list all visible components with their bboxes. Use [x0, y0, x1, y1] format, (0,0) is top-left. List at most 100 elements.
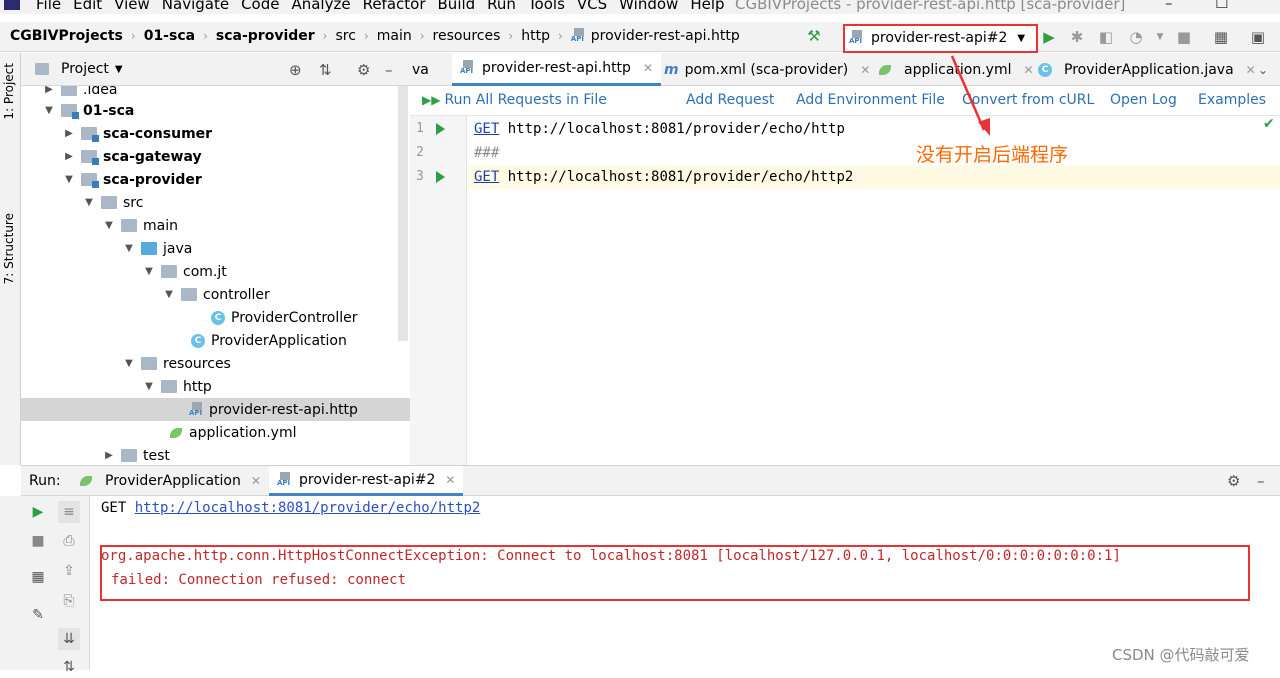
- menu-vcs[interactable]: VCS: [577, 0, 607, 13]
- tree-item-sca-consumer[interactable]: ▶ sca-consumer: [21, 122, 410, 145]
- run-tab-provider-application[interactable]: ProviderApplication ✕: [79, 466, 261, 496]
- tree-item-sca-provider[interactable]: ▼ sca-provider: [21, 168, 410, 191]
- sort-icon[interactable]: ⇅: [58, 656, 80, 678]
- code-line-2[interactable]: ###: [468, 141, 1280, 165]
- close-icon[interactable]: ✕: [1246, 63, 1256, 77]
- run-tab-provider-rest-api-2[interactable]: API provider-rest-api#2 ✕: [269, 466, 464, 496]
- tree-item-resources[interactable]: ▼ resources: [21, 352, 410, 375]
- close-icon[interactable]: ✕: [445, 473, 455, 487]
- menu-build[interactable]: Build: [438, 0, 476, 13]
- hide-icon[interactable]: –: [385, 61, 393, 79]
- close-icon[interactable]: ✕: [860, 63, 870, 77]
- tree-item-application-yml[interactable]: application.yml: [21, 421, 410, 444]
- run-request-icon[interactable]: [436, 171, 445, 183]
- run-request-icon[interactable]: [436, 123, 445, 135]
- camera-icon[interactable]: ⎙: [58, 530, 80, 552]
- gear-icon[interactable]: ⚙: [1227, 466, 1240, 496]
- breadcrumb-resources[interactable]: resources: [433, 28, 501, 44]
- menu-navigate[interactable]: Navigate: [162, 0, 229, 13]
- menu-code[interactable]: Code: [241, 0, 279, 13]
- run-icon[interactable]: ▶: [1040, 28, 1058, 46]
- breadcrumb-submodule[interactable]: sca-provider: [216, 28, 315, 44]
- stop-icon[interactable]: ■: [27, 530, 49, 552]
- rerun-icon[interactable]: ▶: [27, 501, 49, 523]
- stop-icon[interactable]: ■: [1175, 28, 1193, 46]
- chevron-right-icon[interactable]: ▶: [43, 86, 55, 95]
- tree-item-01-sca[interactable]: ▼ 01-sca: [21, 99, 410, 122]
- hide-icon[interactable]: –: [1257, 466, 1265, 496]
- breadcrumb-src[interactable]: src: [335, 28, 355, 44]
- console-url-link[interactable]: http://localhost:8081/provider/echo/http…: [135, 500, 481, 516]
- close-icon[interactable]: ✕: [643, 61, 653, 75]
- code-editor[interactable]: GET http://localhost:8081/provider/echo/…: [468, 116, 1280, 465]
- profile-icon[interactable]: ◔: [1127, 28, 1145, 46]
- chevron-down-icon[interactable]: ▼: [123, 243, 135, 254]
- chevron-down-icon[interactable]: ▼: [143, 381, 155, 392]
- collapse-all-icon[interactable]: ⇅: [319, 61, 332, 79]
- chevron-down-icon[interactable]: ▼: [163, 289, 175, 300]
- menu-file[interactable]: File: [36, 0, 61, 13]
- pin-icon[interactable]: ✎: [27, 604, 49, 626]
- chevron-down-icon[interactable]: ▼: [1151, 28, 1169, 46]
- tree-item-test[interactable]: ▶ test: [21, 444, 410, 465]
- project-panel-title[interactable]: Project: [61, 61, 109, 77]
- tab-provider-application-java[interactable]: C ProviderApplication.java ✕: [1038, 53, 1256, 86]
- minimize-button[interactable]: –: [1165, 0, 1173, 12]
- chevron-right-icon[interactable]: ▶: [103, 450, 115, 461]
- tree-item-provider-rest-api[interactable]: API provider-rest-api.http: [21, 398, 410, 421]
- tree-item-controller[interactable]: ▼ controller: [21, 283, 410, 306]
- scroll-to-end-icon[interactable]: ⇊: [58, 628, 80, 650]
- tree-item-main[interactable]: ▼ main: [21, 214, 410, 237]
- chevron-right-icon[interactable]: ▶: [63, 151, 75, 162]
- menu-help[interactable]: Help: [690, 0, 724, 13]
- tab-pom-xml[interactable]: m pom.xml (sca-provider) ✕: [664, 53, 870, 86]
- chevron-down-icon[interactable]: ▼: [115, 64, 123, 75]
- menu-tools[interactable]: Tools: [528, 0, 565, 13]
- terminal-icon[interactable]: ▣: [1249, 28, 1267, 46]
- breadcrumb-module[interactable]: 01-sca: [144, 28, 195, 44]
- coverage-icon[interactable]: ◧: [1097, 28, 1115, 46]
- menu-analyze[interactable]: Analyze: [291, 0, 350, 13]
- breadcrumb-http[interactable]: http: [521, 28, 550, 44]
- close-icon[interactable]: ✕: [1024, 63, 1034, 77]
- tree-item-provider-controller[interactable]: C ProviderController: [21, 306, 410, 329]
- menu-view[interactable]: View: [114, 0, 150, 13]
- tree-scrollbar[interactable]: [398, 86, 408, 341]
- code-line-1[interactable]: GET http://localhost:8081/provider/echo/…: [468, 117, 1280, 141]
- close-icon[interactable]: ✕: [251, 474, 261, 488]
- menu-edit[interactable]: Edit: [73, 0, 102, 13]
- chevron-down-icon[interactable]: ▼: [83, 197, 95, 208]
- tree-item-sca-gateway[interactable]: ▶ sca-gateway: [21, 145, 410, 168]
- chevron-right-icon[interactable]: ▶: [63, 128, 75, 139]
- add-request-button[interactable]: Add Request: [686, 92, 774, 108]
- export-icon[interactable]: ⇪: [58, 560, 80, 582]
- structure-tool-tab[interactable]: 7: Structure: [2, 213, 16, 284]
- add-environment-file-button[interactable]: Add Environment File: [796, 92, 945, 108]
- examples-button[interactable]: Examples: [1198, 92, 1266, 108]
- tab-overflow[interactable]: va: [412, 53, 429, 86]
- menu-run[interactable]: Run: [487, 0, 516, 13]
- menu-refactor[interactable]: Refactor: [363, 0, 426, 13]
- project-structure-icon[interactable]: ▦: [1212, 28, 1230, 46]
- chevron-down-icon[interactable]: ▼: [103, 220, 115, 231]
- debug-icon[interactable]: ✱: [1068, 28, 1086, 46]
- tree-item-com-jt[interactable]: ▼ com.jt: [21, 260, 410, 283]
- project-tool-tab[interactable]: 1: Project: [2, 63, 16, 120]
- print-icon[interactable]: ⎘: [58, 590, 80, 612]
- chevron-down-icon[interactable]: ▼: [143, 266, 155, 277]
- breadcrumb-root[interactable]: CGBIVProjects: [10, 28, 123, 44]
- tree-item-http[interactable]: ▼ http: [21, 375, 410, 398]
- tab-provider-rest-api[interactable]: API provider-rest-api.http ✕: [452, 53, 661, 86]
- tree-item-java[interactable]: ▼ java: [21, 237, 410, 260]
- chevron-down-icon[interactable]: ⌄: [1258, 53, 1268, 86]
- menu-window[interactable]: Window: [619, 0, 678, 13]
- chevron-down-icon[interactable]: ▼: [123, 358, 135, 369]
- run-all-requests-button[interactable]: ▶▶ Run All Requests in File: [422, 92, 607, 108]
- soft-wrap-icon[interactable]: ≡: [58, 501, 80, 523]
- breadcrumb-main[interactable]: main: [377, 28, 412, 44]
- gear-icon[interactable]: ⚙: [357, 61, 370, 79]
- layout-icon[interactable]: ▦: [27, 566, 49, 588]
- breadcrumb-file[interactable]: provider-rest-api.http: [591, 28, 740, 44]
- tree-item-provider-application[interactable]: C ProviderApplication: [21, 329, 410, 352]
- chevron-down-icon[interactable]: ▼: [63, 174, 75, 185]
